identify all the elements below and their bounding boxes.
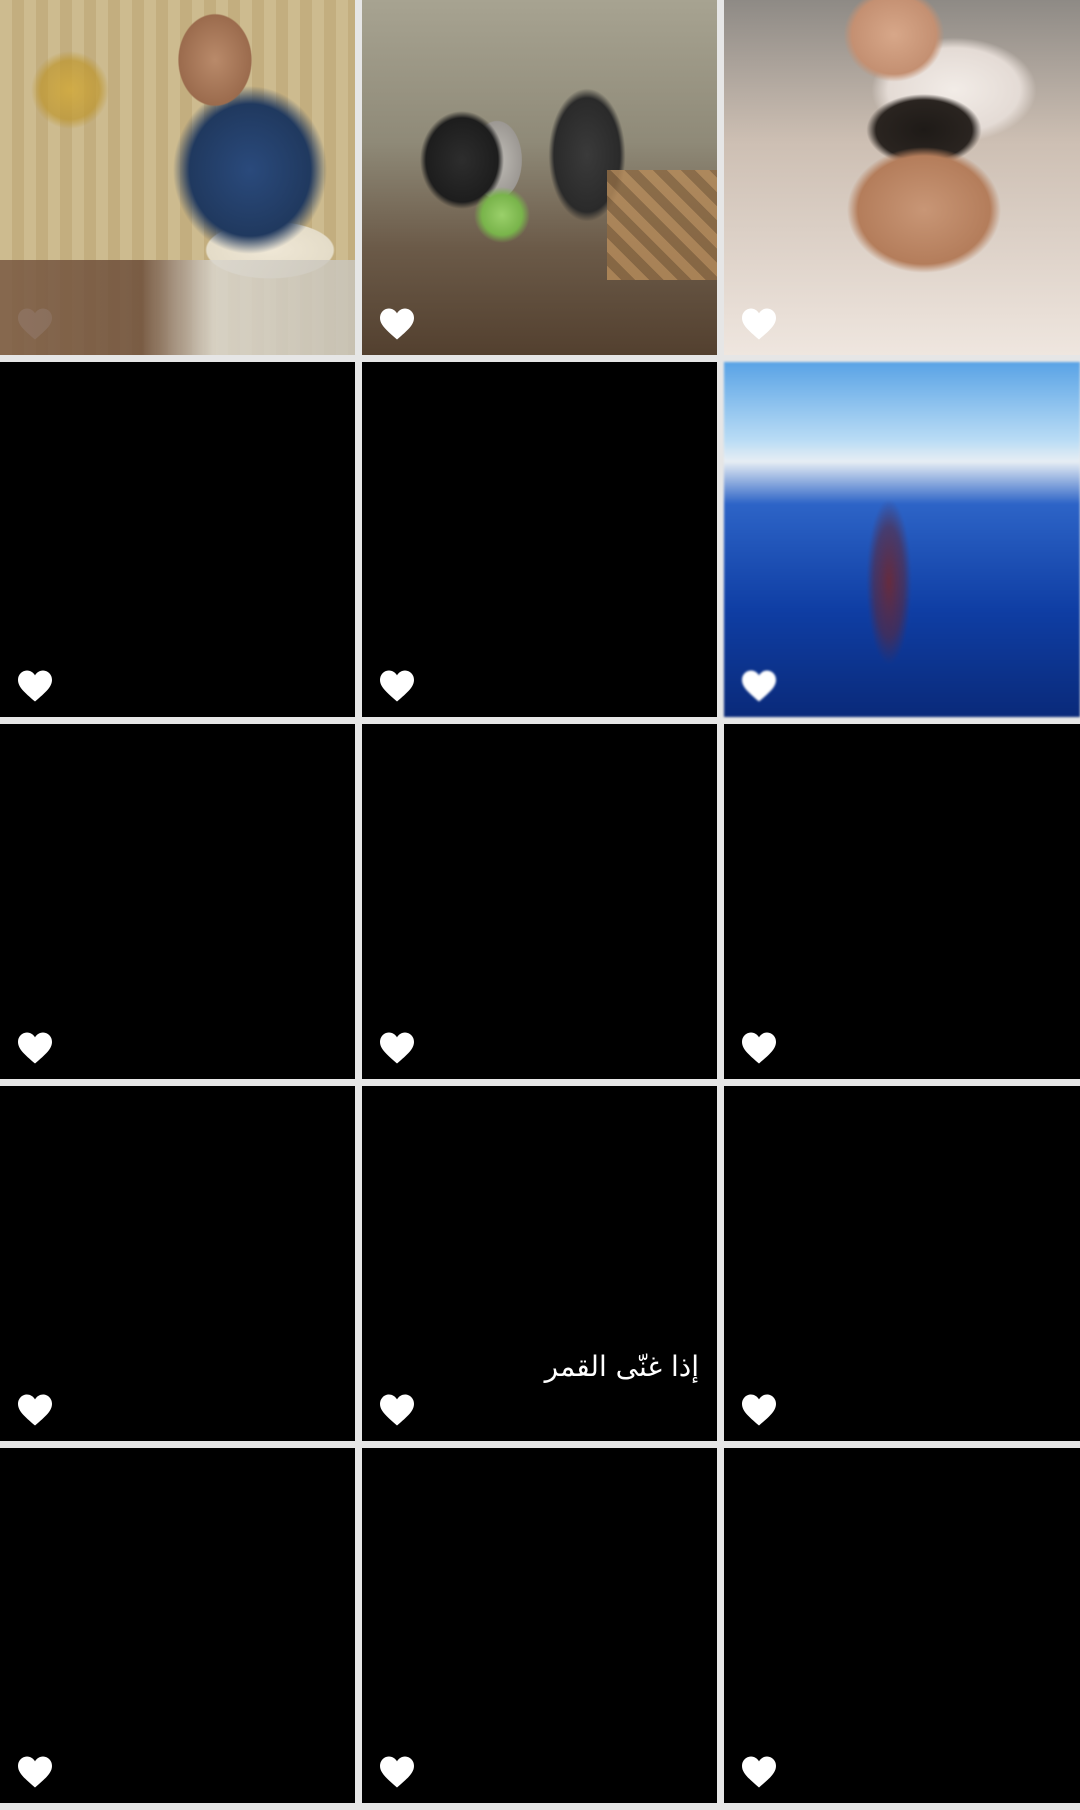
tile-13[interactable] bbox=[0, 1448, 355, 1803]
heart-icon[interactable] bbox=[740, 669, 778, 703]
tile-14[interactable] bbox=[362, 1448, 717, 1803]
heart-icon[interactable] bbox=[378, 1755, 416, 1789]
tile-10[interactable] bbox=[0, 1086, 355, 1441]
tile-7[interactable] bbox=[0, 724, 355, 1079]
tile-caption: إذا غنّى القمر bbox=[544, 1350, 699, 1383]
tile-8[interactable] bbox=[362, 724, 717, 1079]
story-grid: إذا غنّى القمر bbox=[0, 0, 1080, 1810]
heart-icon[interactable] bbox=[378, 1393, 416, 1427]
heart-icon[interactable] bbox=[378, 669, 416, 703]
heart-icon[interactable] bbox=[16, 1031, 54, 1065]
tile-1[interactable] bbox=[0, 0, 355, 355]
tile-6[interactable] bbox=[724, 362, 1080, 717]
heart-icon[interactable] bbox=[378, 1031, 416, 1065]
tile-15[interactable] bbox=[724, 1448, 1080, 1803]
tile-4[interactable] bbox=[0, 362, 355, 717]
heart-icon[interactable] bbox=[740, 1031, 778, 1065]
heart-icon[interactable] bbox=[378, 307, 416, 341]
heart-icon[interactable] bbox=[16, 1755, 54, 1789]
tile-12[interactable] bbox=[724, 1086, 1080, 1441]
tile-3[interactable] bbox=[724, 0, 1080, 355]
tile-9[interactable] bbox=[724, 724, 1080, 1079]
heart-icon[interactable] bbox=[740, 1755, 778, 1789]
heart-icon[interactable] bbox=[740, 1393, 778, 1427]
heart-icon[interactable] bbox=[740, 307, 778, 341]
tile-5[interactable] bbox=[362, 362, 717, 717]
tile-2[interactable] bbox=[362, 0, 717, 355]
heart-icon[interactable] bbox=[16, 307, 54, 341]
heart-icon[interactable] bbox=[16, 669, 54, 703]
tile-11[interactable]: إذا غنّى القمر bbox=[362, 1086, 717, 1441]
heart-icon[interactable] bbox=[16, 1393, 54, 1427]
